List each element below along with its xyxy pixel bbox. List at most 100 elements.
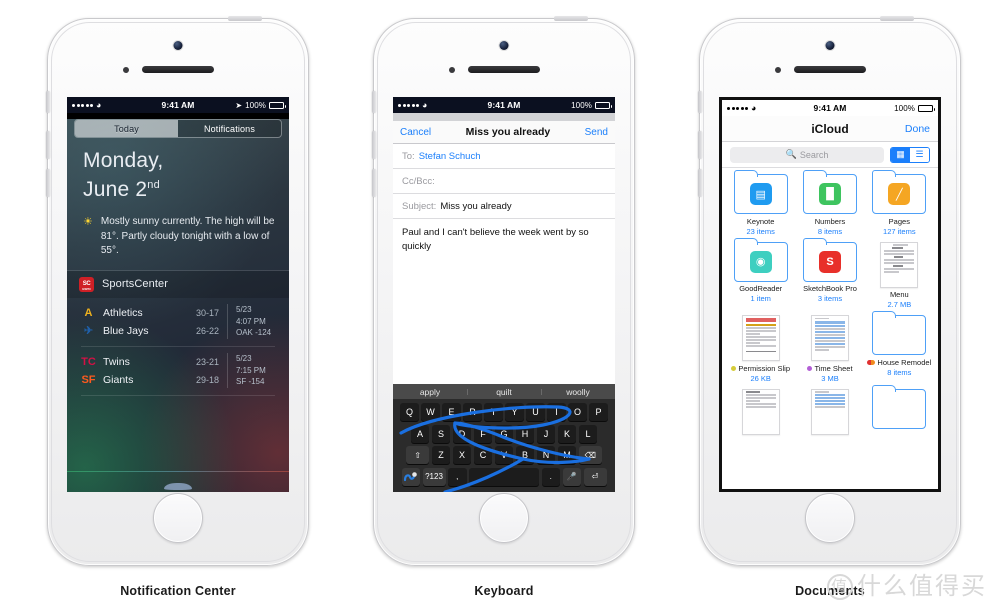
key-r[interactable]: R	[463, 403, 482, 421]
grid-item-partial-text[interactable]	[726, 388, 795, 440]
subject-field[interactable]: Subject: Miss you already	[393, 194, 615, 219]
signal-dots-icon	[727, 106, 748, 110]
key-c[interactable]: C	[473, 446, 493, 464]
folder-icon	[872, 311, 927, 355]
numbers-key[interactable]: ?123	[422, 467, 446, 486]
to-value: Stefan Schuch	[418, 150, 481, 162]
ccbcc-field[interactable]: Cc/Bcc:	[393, 169, 615, 194]
today-notifications-segmented-control[interactable]: Today Notifications	[74, 119, 282, 138]
grid-item-house-remodel[interactable]: House Remodel 8 items	[865, 311, 934, 389]
power-button[interactable]	[880, 16, 914, 21]
date-line-2: June 2nd	[83, 178, 160, 201]
key-u[interactable]: U	[526, 403, 545, 421]
silent-switch[interactable]	[372, 91, 376, 113]
item-sub: 127 items	[883, 226, 916, 236]
key-a[interactable]: A	[410, 424, 430, 443]
silent-switch[interactable]	[46, 91, 50, 113]
grid-item-numbers[interactable]: █ Numbers 8 items	[795, 170, 864, 242]
key-v[interactable]: V	[494, 446, 514, 464]
message-body[interactable]: Paul and I can't believe the week went b…	[393, 219, 615, 384]
subject-value: Miss you already	[440, 200, 512, 212]
key-i[interactable]: I	[547, 403, 566, 421]
suggestion-0[interactable]: apply	[393, 387, 467, 397]
key-w[interactable]: W	[421, 403, 440, 421]
key-j[interactable]: J	[536, 424, 556, 443]
microphone-icon[interactable]: 🎤	[562, 467, 581, 486]
space-key[interactable]	[469, 467, 539, 486]
grid-item-keynote[interactable]: ▤ Keynote 23 items	[726, 170, 795, 242]
key-h[interactable]: H	[515, 424, 535, 443]
item-sub: 8 items	[817, 226, 843, 236]
send-button[interactable]: Send	[585, 127, 608, 138]
game-line: OAK -124	[236, 328, 272, 338]
to-field[interactable]: To: Stefan Schuch	[393, 144, 615, 169]
home-button[interactable]	[479, 493, 529, 543]
key-b[interactable]: B	[515, 446, 535, 464]
key-d[interactable]: D	[452, 424, 472, 443]
key-y[interactable]: Y	[505, 403, 524, 421]
suggestion-bar[interactable]: apply quilt woolly	[393, 384, 615, 399]
athletics-icon: A	[84, 306, 93, 319]
backspace-icon[interactable]: ⌫	[578, 446, 602, 464]
grid-item-partial-folder[interactable]	[865, 384, 934, 440]
key-k[interactable]: K	[557, 424, 577, 443]
sportscenter-widget-header[interactable]: SC ESPN SportsCenter	[67, 270, 289, 298]
key-f[interactable]: F	[473, 424, 493, 443]
power-button[interactable]	[554, 16, 588, 21]
key-z[interactable]: Z	[431, 446, 451, 464]
volume-up-button[interactable]	[46, 131, 50, 159]
return-icon[interactable]: ⏎	[583, 467, 607, 486]
key-x[interactable]: X	[452, 446, 472, 464]
list-view-icon[interactable]: ☰	[910, 147, 929, 162]
grid-item-permission-slip[interactable]: Permission Slip 26 KB	[726, 315, 795, 389]
search-input[interactable]: 🔍 Search	[730, 146, 884, 163]
volume-up-button[interactable]	[698, 131, 702, 159]
shift-icon[interactable]: ⇧	[406, 446, 430, 464]
game-row[interactable]: TC Twins 23-21 SF Giants 29-18 5/23 7:15…	[67, 347, 289, 395]
grid-item-time-sheet[interactable]: Time Sheet 3 MB	[795, 315, 864, 389]
key-t[interactable]: T	[484, 403, 503, 421]
volume-up-button[interactable]	[372, 131, 376, 159]
cancel-button[interactable]: Cancel	[400, 127, 431, 138]
silent-switch[interactable]	[698, 91, 702, 113]
volume-down-button[interactable]	[372, 169, 376, 197]
phone-documents: ◕ 9:41 AM 100% iCloud Done 🔍 Search ▦ ☰ …	[698, 16, 961, 566]
key-p[interactable]: P	[589, 403, 608, 421]
document-thumbnail-menu	[880, 241, 919, 288]
home-button[interactable]	[805, 493, 855, 543]
grid-item-menu[interactable]: Menu 2.7 MB	[865, 241, 934, 316]
key-s[interactable]: S	[431, 424, 451, 443]
key-l[interactable]: L	[578, 424, 598, 443]
volume-down-button[interactable]	[46, 169, 50, 197]
grid-item-goodreader[interactable]: ◉ GoodReader 1 item	[726, 237, 795, 316]
key-o[interactable]: O	[568, 403, 587, 421]
period-key[interactable]: .	[541, 467, 560, 486]
volume-down-button[interactable]	[698, 169, 702, 197]
key-g[interactable]: G	[494, 424, 514, 443]
key-q[interactable]: Q	[400, 403, 419, 421]
home-button[interactable]	[153, 493, 203, 543]
grid-item-sketchbook[interactable]: S SketchBook Pro 3 items	[795, 237, 864, 316]
game-row[interactable]: A Athletics 30-17 ✈ Blue Jays 26-22 5/23…	[67, 298, 289, 346]
search-placeholder: Search	[799, 149, 829, 160]
segment-today[interactable]: Today	[75, 120, 178, 137]
power-button[interactable]	[228, 16, 262, 21]
grabber-handle[interactable]	[164, 483, 192, 490]
done-button[interactable]: Done	[905, 123, 930, 135]
key-m[interactable]: M	[557, 446, 577, 464]
subject-label: Subject:	[402, 200, 437, 212]
key-n[interactable]: N	[536, 446, 556, 464]
suggestion-2[interactable]: woolly	[541, 387, 615, 397]
swype-keyboard[interactable]: apply quilt woolly Q W E R T Y U I O P A…	[393, 384, 615, 492]
suggestion-1[interactable]: quilt	[467, 387, 541, 397]
grid-item-partial-form[interactable]	[795, 388, 864, 440]
segment-notifications[interactable]: Notifications	[178, 120, 281, 137]
comma-key[interactable]: ,	[448, 467, 467, 486]
swype-trace-icon[interactable]	[401, 467, 420, 486]
grid-item-pages[interactable]: ╱ Pages 127 items	[865, 170, 934, 242]
team-record: 30-17	[195, 307, 219, 318]
view-toggle[interactable]: ▦ ☰	[890, 146, 930, 163]
proximity-sensor-icon	[775, 67, 781, 73]
key-e[interactable]: E	[442, 403, 461, 421]
grid-view-icon[interactable]: ▦	[891, 147, 910, 162]
